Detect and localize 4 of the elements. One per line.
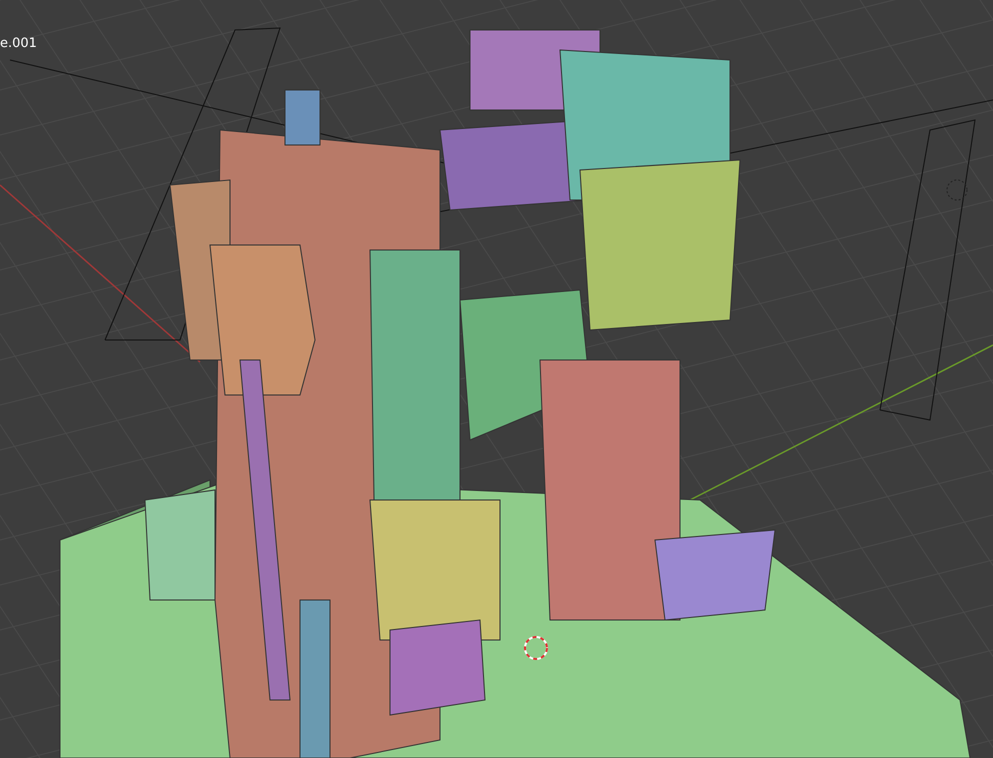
empty-object-icon <box>946 180 968 200</box>
object-name-label: e.001 <box>0 36 37 52</box>
3d-cursor-icon <box>524 636 548 660</box>
viewport-background[interactable]: e.001 <box>0 0 993 758</box>
